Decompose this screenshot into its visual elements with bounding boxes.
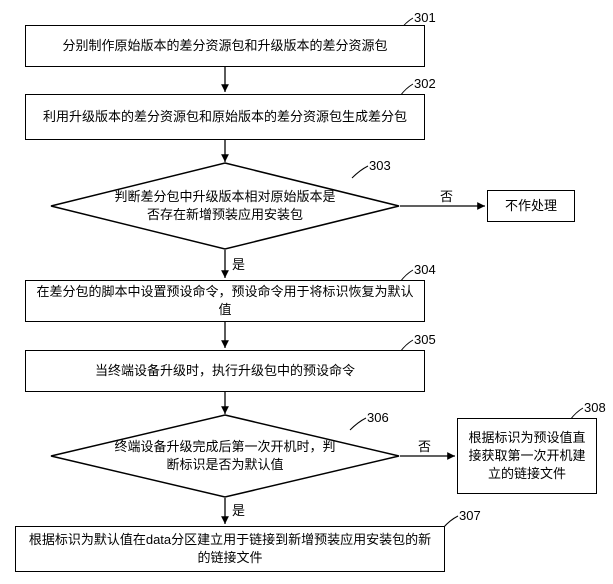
step-noop-text: 不作处理: [505, 197, 557, 215]
decision-306: 终端设备升级完成后第一次开机时，判断标识是否为默认值: [50, 414, 400, 498]
decision-306-num: 306: [367, 410, 389, 425]
step-308-num: 308: [584, 400, 606, 415]
decision-306-text: 终端设备升级完成后第一次开机时，判断标识是否为默认值: [90, 438, 360, 474]
step-noop: 不作处理: [487, 190, 575, 222]
step-307-num: 307: [459, 508, 481, 523]
step-307-text: 根据标识为默认值在data分区建立用于链接到新增预装应用安装包的新的链接文件: [26, 531, 434, 567]
step-302: 利用升级版本的差分资源包和原始版本的差分资源包生成差分包: [25, 94, 425, 140]
step-302-num: 302: [414, 76, 436, 91]
step-305-num: 305: [414, 332, 436, 347]
decision-303: 判断差分包中升级版本相对原始版本是否存在新增预装应用安装包: [50, 162, 400, 250]
step-305-text: 当终端设备升级时，执行升级包中的预设命令: [95, 362, 355, 380]
step-304-num: 304: [414, 262, 436, 277]
edge-306-no: 否: [418, 436, 431, 455]
step-304-text: 在差分包的脚本中设置预设命令，预设命令用于将标识恢复为默认值: [36, 283, 414, 319]
step-301-num: 301: [414, 10, 436, 25]
step-308: 根据标识为预设值直接获取第一次开机建立的链接文件: [457, 418, 597, 494]
edge-303-no: 否: [440, 186, 453, 205]
step-302-text: 利用升级版本的差分资源包和原始版本的差分资源包生成差分包: [43, 108, 407, 126]
edge-306-yes: 是: [232, 500, 245, 519]
decision-303-text: 判断差分包中升级版本相对原始版本是否存在新增预装应用安装包: [90, 188, 360, 224]
edge-303-yes: 是: [232, 254, 245, 273]
step-301: 分别制作原始版本的差分资源包和升级版本的差分资源包: [25, 25, 425, 67]
step-301-text: 分别制作原始版本的差分资源包和升级版本的差分资源包: [62, 37, 387, 55]
step-304: 在差分包的脚本中设置预设命令，预设命令用于将标识恢复为默认值: [25, 280, 425, 322]
step-307: 根据标识为默认值在data分区建立用于链接到新增预装应用安装包的新的链接文件: [15, 526, 445, 572]
decision-303-num: 303: [369, 158, 391, 173]
step-308-text: 根据标识为预设值直接获取第一次开机建立的链接文件: [468, 429, 586, 484]
step-305: 当终端设备升级时，执行升级包中的预设命令: [25, 350, 425, 392]
